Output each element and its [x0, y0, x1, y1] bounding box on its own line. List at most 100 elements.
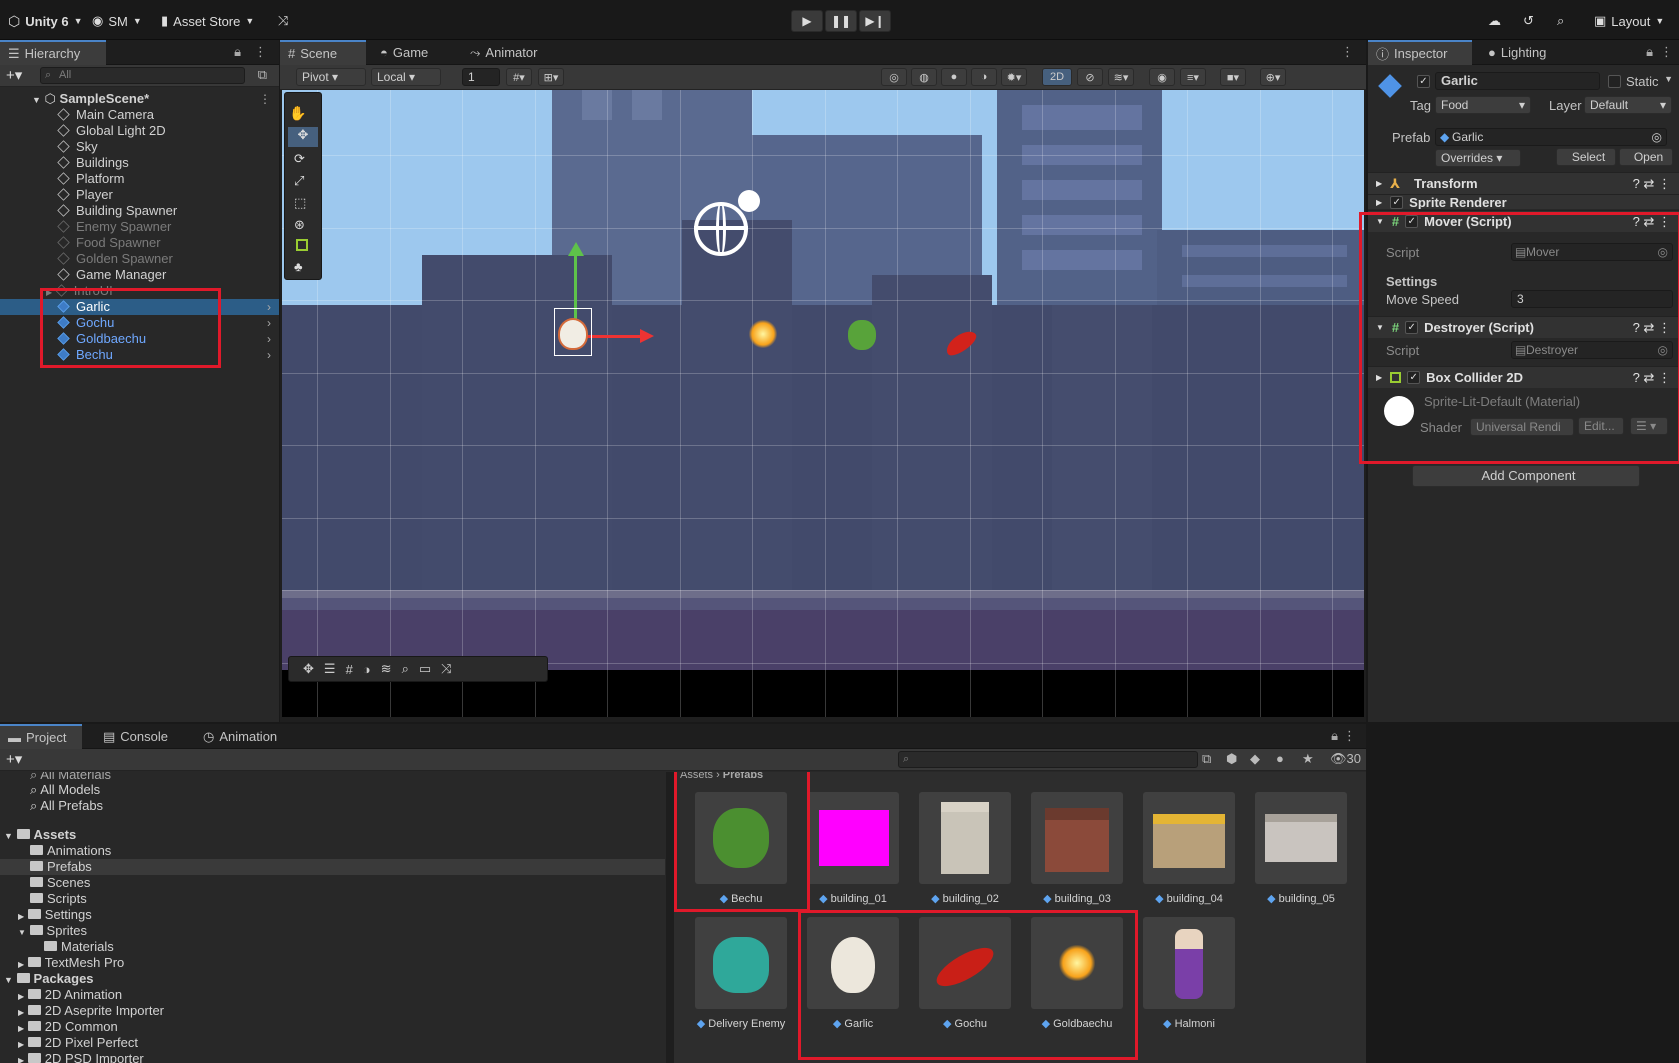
list-item[interactable]: Scripts [0, 891, 665, 907]
add-icon[interactable]: +▾ [6, 750, 22, 768]
lit-icon[interactable]: ◑ [971, 68, 997, 86]
warning-icon[interactable]: ● [1276, 751, 1284, 766]
list-item[interactable]: ▼ Packages [0, 971, 665, 987]
list-item[interactable]: Global Light 2D [0, 123, 279, 139]
asset-building-02[interactable] [919, 792, 1011, 884]
component-menu-icon[interactable]: ? ⇄ ⋮ [1633, 370, 1671, 386]
grid-icon[interactable]: # [346, 662, 353, 677]
more-icon[interactable]: ⋮ [1341, 44, 1354, 60]
asset-store-dropdown[interactable]: ▮ Asset Store ▼ [161, 11, 254, 31]
destroyer-component[interactable]: ▼ # ✓ Destroyer (Script)? ⇄ ⋮ [1368, 316, 1679, 338]
edit-shader-button[interactable]: Edit... [1578, 417, 1624, 435]
layers-icon[interactable]: ≋ [381, 661, 392, 677]
tab-animator[interactable]: ⤳ Animator [462, 40, 545, 65]
list-item[interactable]: ▼ Assets [0, 827, 665, 843]
list-item[interactable]: Buildings [0, 155, 279, 171]
layers-icon[interactable]: ≡▾ [1180, 68, 1206, 86]
list-item-prefabs[interactable]: Prefabs [0, 859, 665, 875]
2d-toggle[interactable]: 2D [1042, 68, 1072, 86]
chevron-right-icon[interactable]: › [267, 331, 271, 347]
add-icon[interactable]: +▾ [6, 66, 22, 84]
component-checkbox[interactable]: ✓ [1405, 215, 1419, 228]
layout-dropdown[interactable]: ▣ Layout ▼ [1594, 11, 1664, 31]
tab-animation[interactable]: ◷ Animation [195, 724, 285, 749]
tab-game[interactable]: ◓ Game [372, 40, 436, 65]
account-dropdown[interactable]: ◉ SM ▼ [92, 11, 142, 31]
grid-size-field[interactable]: 1 [462, 68, 500, 86]
lock-icon[interactable]: 🔒︎ [1646, 44, 1653, 60]
add-component-button[interactable]: Add Component [1412, 465, 1640, 487]
target-icon[interactable]: ◎ [1652, 129, 1662, 145]
chevron-down-icon[interactable]: ▼ [1664, 74, 1673, 84]
component-menu-icon[interactable]: ? ⇄ ⋮ [1633, 320, 1671, 336]
sphere-icon[interactable]: ◑ [363, 662, 371, 677]
favorite-icon[interactable]: ★ [1302, 751, 1314, 767]
asset-building-03[interactable] [1031, 792, 1123, 884]
transform-component[interactable]: ▶ ⅄ Transform? ⇄ ⋮ [1368, 172, 1679, 194]
lock-icon[interactable]: 🔒︎ [1331, 728, 1338, 744]
more-icon[interactable]: ⋮ [1343, 728, 1356, 744]
tab-lighting[interactable]: ● Lighting [1480, 40, 1554, 65]
open-button[interactable]: Open [1619, 148, 1673, 166]
version-control-icon[interactable]: ⤨ [278, 11, 288, 31]
asset-garlic[interactable] [807, 917, 899, 1009]
tab-hierarchy[interactable]: ☰ Hierarchy [0, 40, 106, 65]
static-checkbox[interactable] [1608, 75, 1621, 88]
asset-delivery-enemy[interactable] [695, 917, 787, 1009]
box-collider-component[interactable]: ▶ ✓ Box Collider 2D? ⇄ ⋮ [1368, 366, 1679, 388]
list-item[interactable]: Materials [0, 939, 665, 955]
sprite-renderer-component[interactable]: ▶ ✓ Sprite Renderer [1368, 194, 1679, 209]
more-icon[interactable]: ⋮ [259, 91, 271, 107]
splitter[interactable] [666, 772, 674, 1063]
tab-console[interactable]: ▤ Console [95, 724, 176, 749]
filter-type-icon[interactable]: ⬢ [1226, 751, 1237, 767]
list-item[interactable]: ▶ 2D Common [0, 1019, 665, 1035]
visibility-icon[interactable]: ◉ [1149, 68, 1175, 86]
move-icon[interactable]: ✥ [303, 661, 314, 677]
increment-snap-icon[interactable]: ⊞▾ [538, 68, 564, 86]
asset-building-04[interactable] [1143, 792, 1235, 884]
mover-component[interactable]: ▼ # ✓ Mover (Script)? ⇄ ⋮ [1368, 210, 1679, 232]
tab-scene[interactable]: # Scene [280, 40, 366, 65]
tag-dropdown[interactable]: Food ▾ [1435, 96, 1531, 114]
gizmos-icon[interactable]: ⊕▾ [1260, 68, 1286, 86]
list-item[interactable]: Sky [0, 139, 279, 155]
effects-icon[interactable]: ≋▾ [1108, 68, 1134, 86]
component-menu-icon[interactable]: ? ⇄ ⋮ [1633, 214, 1671, 230]
garlic-sprite[interactable] [558, 318, 588, 350]
step-button[interactable]: ▶❙ [859, 10, 891, 32]
list-item-goldbaechu[interactable]: Goldbaechu › [0, 331, 279, 347]
component-menu-icon[interactable]: ? ⇄ ⋮ [1633, 176, 1671, 192]
asset-halmoni[interactable] [1143, 917, 1235, 1009]
list-item[interactable]: Food Spawner [0, 235, 279, 251]
asset-bechu[interactable] [695, 792, 787, 884]
asset-building-01[interactable] [807, 792, 899, 884]
more-icon[interactable]: ⋮ [1660, 44, 1673, 60]
shuffle-icon[interactable]: ⤨ [441, 661, 451, 677]
list-item[interactable]: ▶ 2D Aseprite Importer [0, 1003, 665, 1019]
list-item[interactable]: Main Camera [0, 107, 279, 123]
debug-icon[interactable]: ✹▾ [1001, 68, 1027, 86]
list-item[interactable]: Platform [0, 171, 279, 187]
select-button[interactable]: Select [1556, 148, 1616, 166]
label-icon[interactable]: ◆ [1250, 751, 1260, 767]
chevron-right-icon[interactable]: › [267, 315, 271, 331]
list-item[interactable]: Player [0, 187, 279, 203]
list-item[interactable]: ⌕ All Prefabs [0, 798, 665, 814]
scene-viewport[interactable]: ✋ ✥ ⟳ ⤢ ⬚ ⊛ ♣ ✥ ☰ # ◑ ≋ ⌕ ▭ ⤨ [282, 90, 1364, 717]
asset-goldbaechu[interactable] [1031, 917, 1123, 1009]
list-item-bechu[interactable]: Bechu › [0, 347, 279, 363]
collider-edit-icon[interactable] [296, 239, 308, 251]
shaded-icon[interactable]: ● [941, 68, 967, 86]
visibility-count[interactable]: 👁︎30 [1330, 751, 1361, 767]
list-item[interactable]: Game Manager [0, 267, 279, 283]
render-mode-icon[interactable]: ◎ [881, 68, 907, 86]
list-item-gochu[interactable]: Gochu › [0, 315, 279, 331]
zoom-icon[interactable]: ⌕ [402, 661, 409, 677]
align-icon[interactable]: ☰ [324, 661, 336, 677]
local-dropdown[interactable]: Local ▾ [371, 68, 441, 86]
list-item[interactable]: Golden Spawner [0, 251, 279, 267]
rect-tool-icon[interactable]: ⬚ [294, 195, 306, 211]
prefab-field[interactable]: ◆ Garlic ◎ [1435, 128, 1667, 146]
goldbaechu-sprite[interactable] [749, 320, 777, 348]
